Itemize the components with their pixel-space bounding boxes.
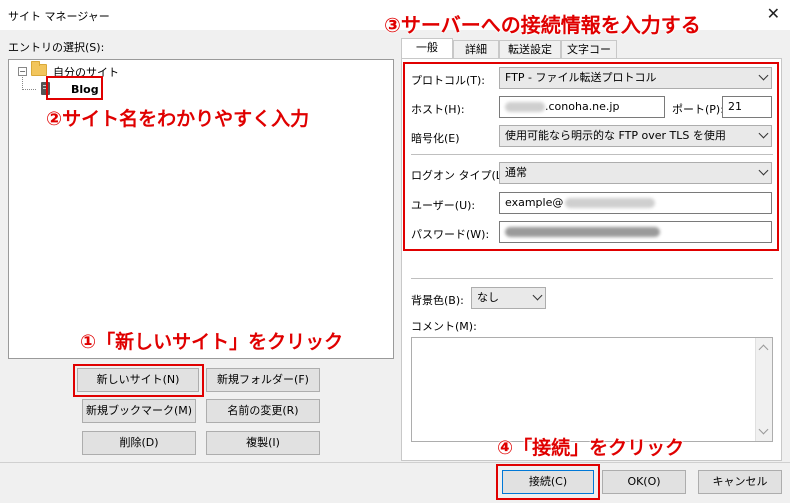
annotation-step4: ④「接続」をクリック	[497, 437, 685, 459]
highlight-site-name	[46, 76, 103, 100]
highlight-new-site	[73, 364, 204, 397]
highlight-connection-info	[403, 62, 779, 251]
bg-color-value: なし	[477, 291, 499, 304]
chevron-down-icon	[532, 290, 543, 301]
comment-label: コメント(M):	[411, 320, 477, 333]
new-folder-button[interactable]: 新規フォルダー(F)	[206, 368, 320, 392]
divider	[411, 278, 773, 279]
entry-select-label: エントリの選択(S):	[8, 41, 105, 54]
delete-button[interactable]: 削除(D)	[82, 431, 196, 455]
ok-button[interactable]: OK(O)	[602, 470, 686, 494]
scrollbar[interactable]	[755, 338, 772, 441]
collapse-icon[interactable]: −	[18, 67, 27, 76]
new-bookmark-button[interactable]: 新規ブックマーク(M)	[82, 399, 196, 423]
footer-divider	[0, 462, 790, 463]
tab-advanced[interactable]: 詳細	[453, 40, 499, 58]
tree-connector-icon	[22, 89, 36, 90]
bg-color-select[interactable]: なし	[471, 287, 546, 309]
scroll-down-icon[interactable]	[758, 424, 769, 435]
bg-color-label: 背景色(B):	[411, 294, 464, 307]
annotation-step2: ②サイト名をわかりやすく入力	[46, 108, 310, 130]
tab-general[interactable]: 一般	[401, 38, 453, 59]
highlight-connect	[496, 464, 600, 500]
window-title: サイト マネージャー	[8, 10, 110, 23]
annotation-step3: ③サーバーへの接続情報を入力する	[384, 13, 701, 37]
rename-button[interactable]: 名前の変更(R)	[206, 399, 320, 423]
tab-transfer-settings[interactable]: 転送設定	[499, 40, 561, 58]
tab-charset[interactable]: 文字コード	[561, 40, 617, 73]
annotation-step1: ①「新しいサイト」をクリック	[80, 331, 344, 353]
folder-icon	[31, 61, 47, 76]
scroll-up-icon[interactable]	[758, 344, 769, 355]
comment-textarea[interactable]	[411, 337, 773, 442]
cancel-button[interactable]: キャンセル	[698, 470, 782, 494]
close-icon[interactable]: ✕	[767, 4, 780, 23]
duplicate-button[interactable]: 複製(I)	[206, 431, 320, 455]
